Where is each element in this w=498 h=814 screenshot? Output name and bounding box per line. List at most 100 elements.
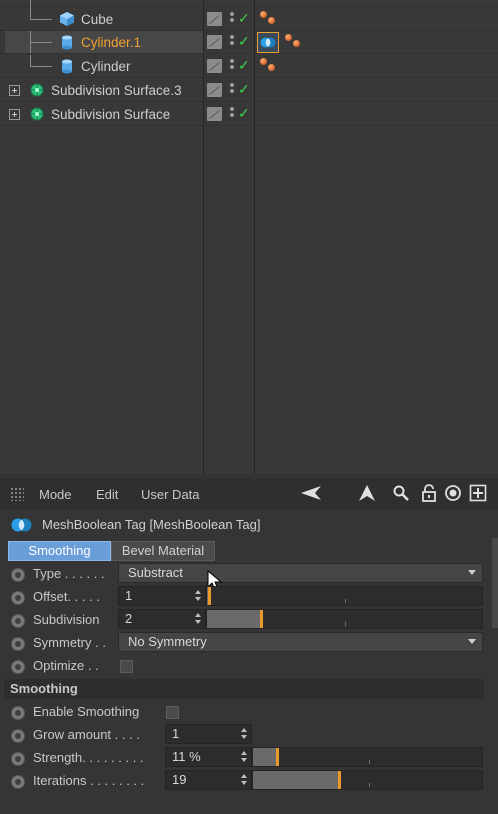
keyframe-radio[interactable] bbox=[11, 775, 25, 789]
iterations-slider[interactable] bbox=[252, 770, 483, 790]
enabled-check-icon[interactable]: ✓ bbox=[238, 81, 250, 98]
enabled-check-icon[interactable]: ✓ bbox=[238, 105, 250, 122]
new-panel-icon[interactable] bbox=[469, 484, 487, 502]
expand-toggle[interactable] bbox=[9, 85, 20, 96]
object-name-cell: Subdivision Surface bbox=[5, 103, 203, 126]
slider-fill bbox=[207, 610, 262, 628]
iterations-value: 19 bbox=[172, 772, 187, 787]
expand-toggle[interactable] bbox=[9, 109, 20, 120]
object-label: Subdivision Surface.3 bbox=[51, 83, 182, 98]
visibility-dots[interactable] bbox=[230, 12, 234, 26]
tag-cell bbox=[257, 31, 497, 54]
menu-user-data[interactable]: User Data bbox=[141, 487, 200, 502]
object-name-cell: Cube bbox=[5, 0, 203, 31]
grow-amount-field[interactable]: 1 bbox=[165, 724, 252, 744]
param-grow-amount-row: Grow amount . . . . 1 bbox=[0, 724, 498, 746]
spinner-arrows-icon[interactable] bbox=[241, 727, 248, 741]
visibility-dots[interactable] bbox=[230, 35, 234, 49]
slider-knob[interactable] bbox=[276, 748, 279, 766]
keyframe-radio[interactable] bbox=[11, 706, 25, 720]
object-row-cube[interactable]: Cube ✓ bbox=[0, 0, 498, 31]
param-label: Offset. . . . . bbox=[33, 589, 100, 604]
object-label: Cube bbox=[81, 12, 114, 27]
chevron-down-icon bbox=[468, 570, 476, 575]
strength-field[interactable]: 11 % bbox=[165, 747, 252, 767]
keyframe-radio[interactable] bbox=[11, 614, 25, 628]
slider-knob[interactable] bbox=[338, 771, 341, 789]
meshboolean-tag-icon[interactable] bbox=[257, 32, 279, 53]
keyframe-radio[interactable] bbox=[11, 637, 25, 651]
spinner-arrows-icon[interactable] bbox=[241, 773, 248, 787]
subdivision-slider[interactable] bbox=[206, 609, 483, 629]
object-row-subdivision-surface-3[interactable]: Subdivision Surface.3 ✓ bbox=[0, 79, 498, 102]
visibility-dots[interactable] bbox=[230, 107, 234, 121]
spinner-arrows-icon[interactable] bbox=[195, 589, 202, 603]
param-type-row: Type . . . . . . Substract bbox=[0, 563, 498, 591]
iterations-field[interactable]: 19 bbox=[165, 770, 252, 790]
offset-value: 1 bbox=[125, 588, 133, 603]
layer-toggle[interactable] bbox=[207, 83, 222, 97]
slider-knob[interactable] bbox=[208, 587, 211, 605]
layer-toggle[interactable] bbox=[207, 107, 222, 121]
phong-tag-icon[interactable] bbox=[260, 11, 278, 27]
tab-smoothing[interactable]: Smoothing bbox=[8, 541, 111, 561]
object-row-subdivision-surface[interactable]: Subdivision Surface ✓ bbox=[0, 103, 498, 126]
grip-icon[interactable] bbox=[10, 487, 24, 501]
offset-slider[interactable] bbox=[206, 586, 483, 606]
keyframe-radio[interactable] bbox=[11, 591, 25, 605]
meshboolean-tag-icon bbox=[8, 516, 36, 537]
subdivision-surface-icon bbox=[29, 82, 45, 98]
keyframe-radio[interactable] bbox=[11, 568, 25, 582]
strength-slider[interactable] bbox=[252, 747, 483, 767]
optimize-checkbox[interactable] bbox=[120, 660, 133, 673]
lock-icon[interactable] bbox=[420, 484, 438, 502]
menu-mode[interactable]: Mode bbox=[39, 487, 72, 502]
type-value: Substract bbox=[128, 565, 183, 580]
object-label: Cylinder bbox=[81, 59, 131, 74]
slider-knob[interactable] bbox=[260, 610, 263, 628]
target-icon[interactable] bbox=[444, 484, 462, 502]
enabled-check-icon[interactable]: ✓ bbox=[238, 33, 250, 50]
spinner-arrows-icon[interactable] bbox=[195, 612, 202, 626]
object-label: Cylinder.1 bbox=[81, 35, 142, 50]
parent-row-partial[interactable] bbox=[0, 0, 498, 7]
subdivision-field[interactable]: 2 bbox=[118, 609, 206, 629]
param-optimize-row: Optimize . . bbox=[0, 655, 498, 677]
visibility-dots[interactable] bbox=[230, 59, 234, 73]
object-name-cell: Cylinder bbox=[5, 55, 203, 78]
phong-tag-icon[interactable] bbox=[260, 58, 278, 74]
back-arrow-icon[interactable] bbox=[300, 484, 321, 502]
type-dropdown[interactable]: Substract bbox=[118, 563, 483, 583]
layer-toggle[interactable] bbox=[207, 35, 222, 49]
keyframe-radio[interactable] bbox=[11, 752, 25, 766]
enabled-check-icon[interactable]: ✓ bbox=[238, 10, 250, 27]
attribute-scrollbar[interactable] bbox=[492, 538, 498, 628]
enabled-check-icon[interactable]: ✓ bbox=[238, 57, 250, 74]
phong-tag-icon[interactable] bbox=[285, 34, 303, 50]
symmetry-dropdown[interactable]: No Symmetry bbox=[118, 632, 483, 652]
keyframe-radio[interactable] bbox=[11, 660, 25, 674]
tab-bevel-material[interactable]: Bevel Material bbox=[111, 541, 215, 561]
layer-toggle[interactable] bbox=[207, 12, 222, 26]
search-icon[interactable] bbox=[392, 484, 410, 502]
section-header-smoothing[interactable]: Smoothing bbox=[4, 679, 484, 699]
offset-field[interactable]: 1 bbox=[118, 586, 206, 606]
object-row-cylinder[interactable]: Cylinder ✓ bbox=[0, 55, 498, 78]
visibility-dots[interactable] bbox=[230, 83, 234, 97]
menu-edit[interactable]: Edit bbox=[96, 487, 118, 502]
keyframe-radio[interactable] bbox=[11, 729, 25, 743]
object-name-cell: Cylinder.1 bbox=[5, 31, 203, 54]
layer-toggle[interactable] bbox=[207, 59, 222, 73]
symmetry-value: No Symmetry bbox=[128, 634, 207, 649]
spinner-arrows-icon[interactable] bbox=[241, 750, 248, 764]
param-label: Symmetry . . bbox=[33, 635, 106, 650]
subdivision-value: 2 bbox=[125, 611, 133, 626]
chevron-down-icon bbox=[468, 639, 476, 644]
up-arrow-icon[interactable] bbox=[358, 484, 376, 502]
slider-fill bbox=[253, 771, 340, 789]
enable-smoothing-checkbox[interactable] bbox=[166, 706, 179, 719]
param-enable-smoothing-row: Enable Smoothing bbox=[0, 701, 498, 723]
subdivision-surface-icon bbox=[29, 106, 45, 122]
object-row-cylinder-1[interactable]: Cylinder.1 ✓ bbox=[0, 31, 498, 54]
tag-cell bbox=[257, 8, 497, 31]
